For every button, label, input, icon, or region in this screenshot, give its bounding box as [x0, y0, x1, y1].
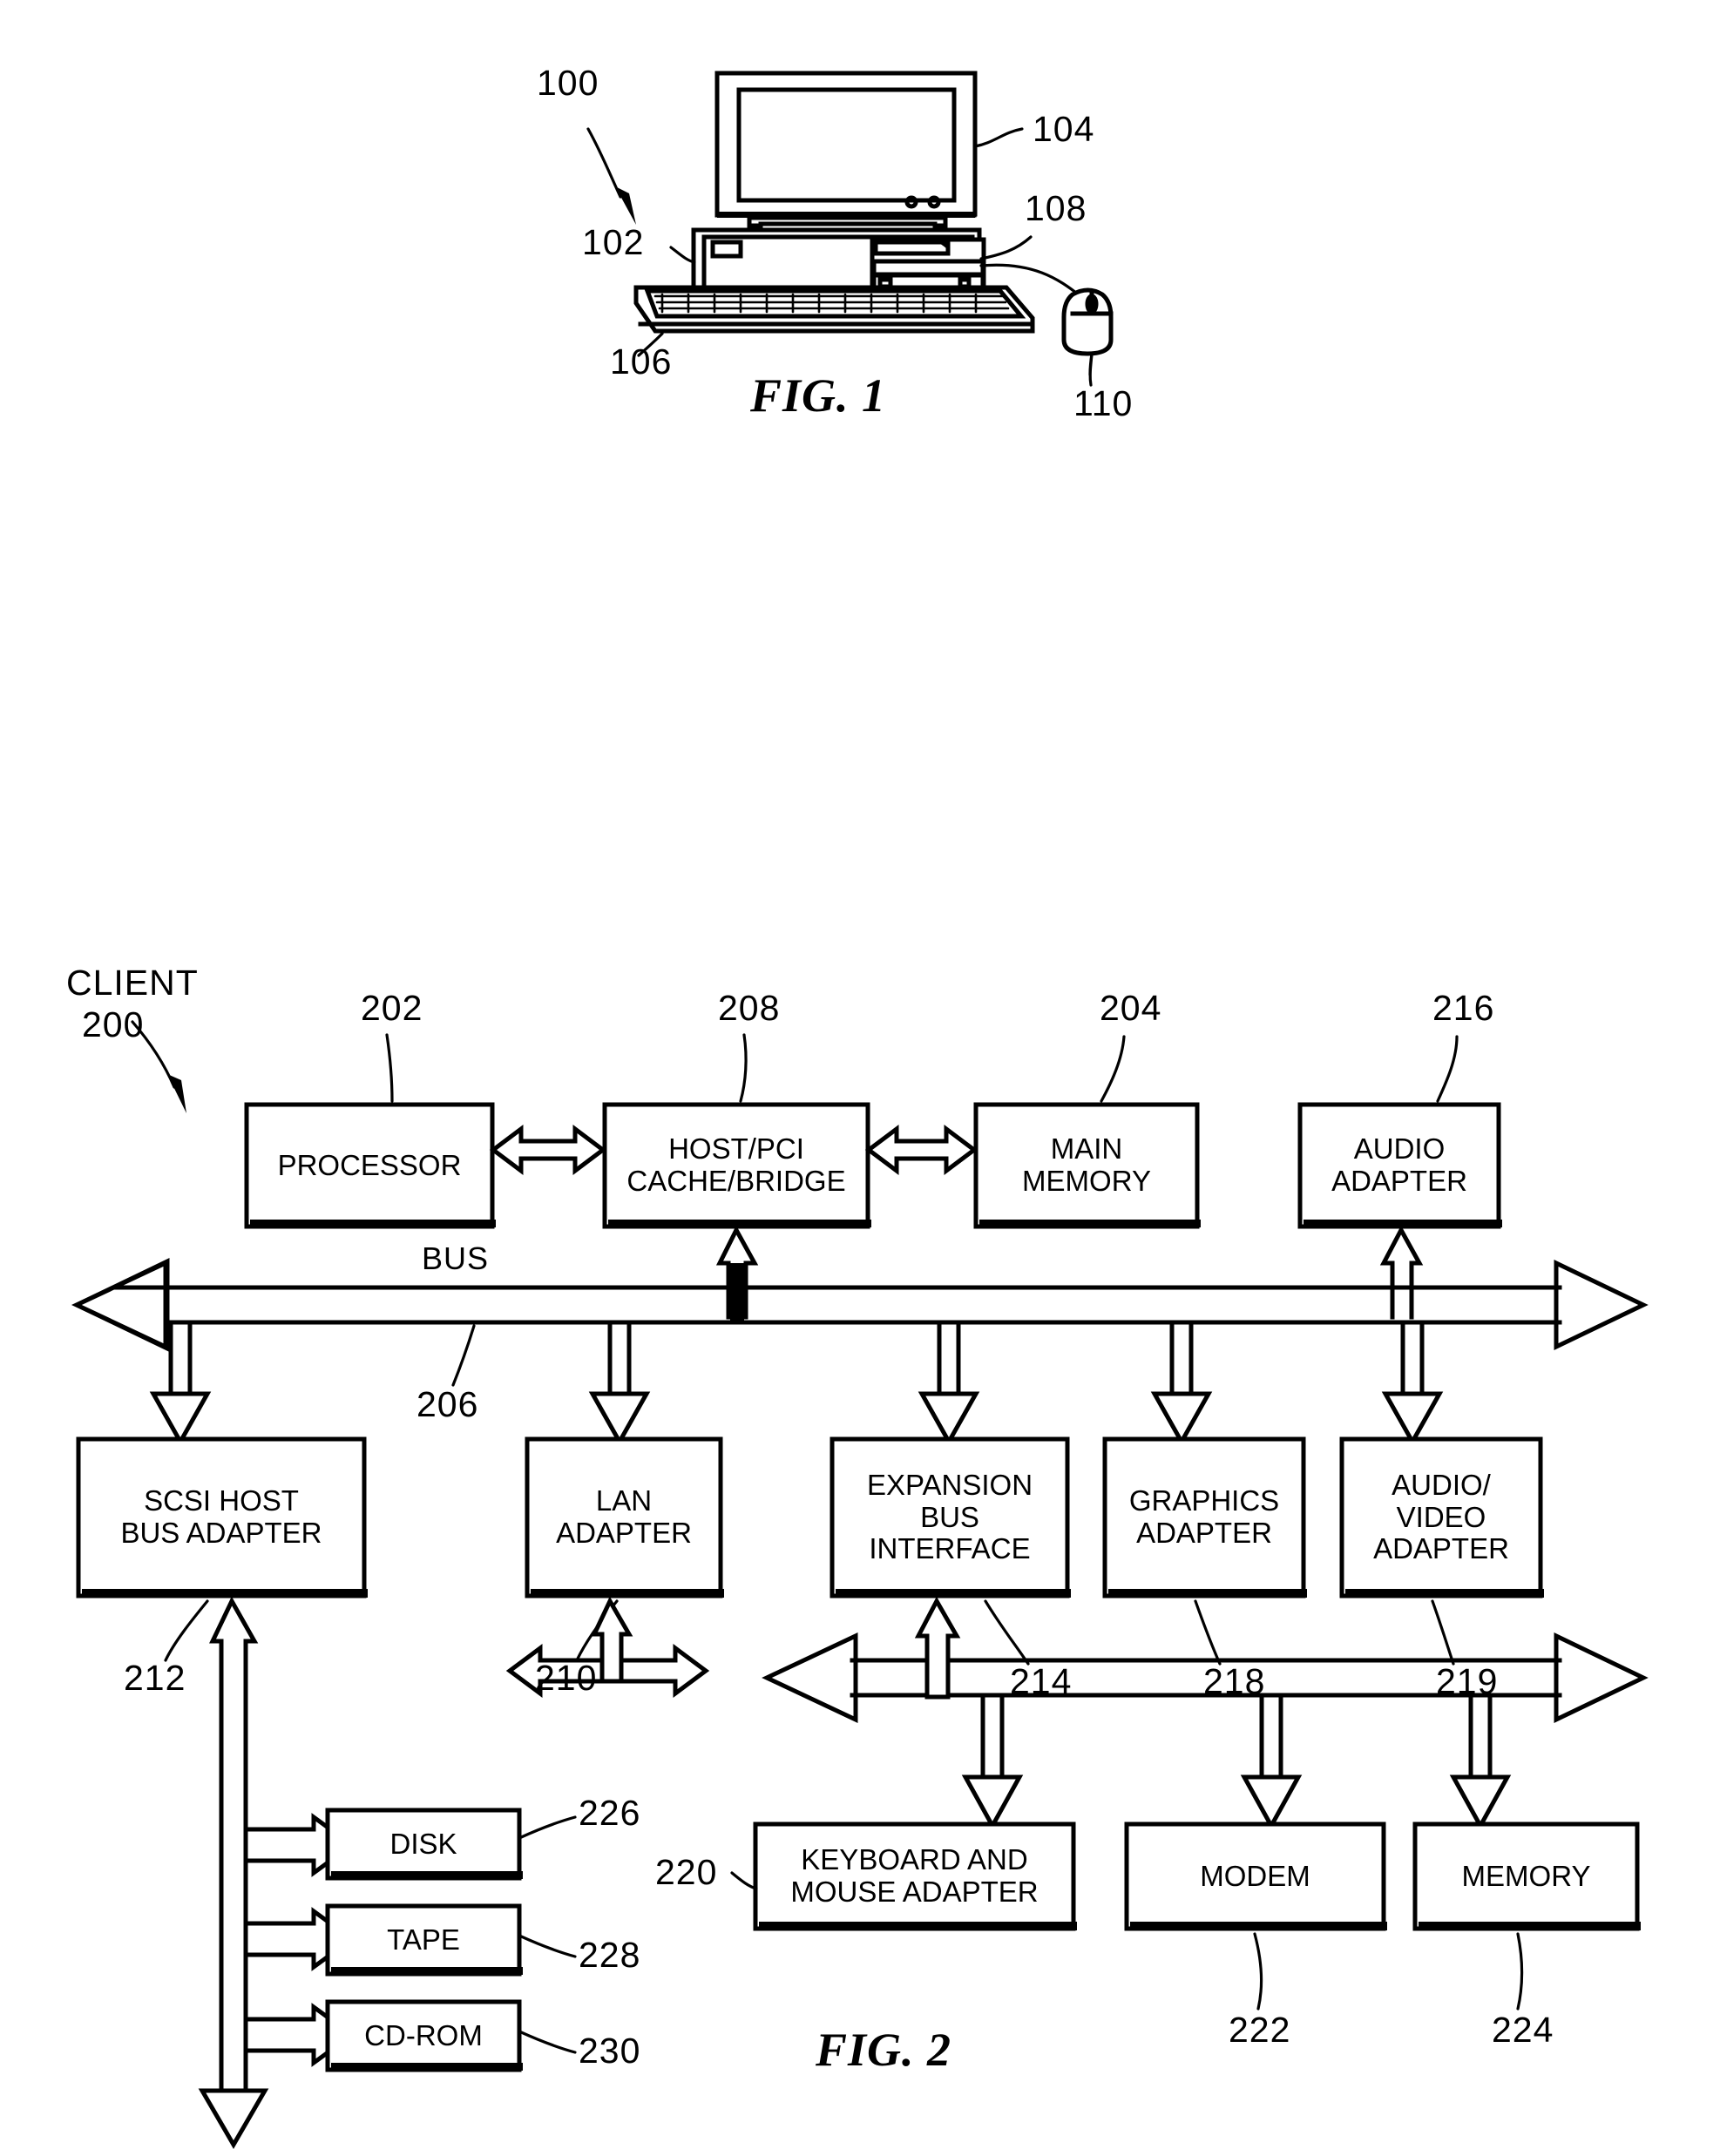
ref-206: 206 [416, 1384, 479, 1424]
client-label-line1: CLIENT [66, 963, 199, 1003]
ref-218: 218 [1203, 1661, 1266, 1701]
client-label-line2: 200 [82, 1004, 145, 1045]
ref-110: 110 [1073, 383, 1134, 423]
ref-220: 220 [655, 1852, 718, 1892]
bus-label: BUS [422, 1240, 490, 1276]
ref-104: 104 [1033, 109, 1095, 149]
ref-202: 202 [361, 988, 423, 1028]
ref-204: 204 [1100, 988, 1162, 1028]
ref-106: 106 [610, 341, 673, 382]
drawing-linework: .ln{fill:none;stroke:#000;stroke-width:5… [71, 71, 1649, 2149]
ref-210: 210 [535, 1658, 598, 1698]
ref-100: 100 [537, 63, 599, 103]
figure-2-caption: FIG. 2 [816, 2024, 952, 2076]
ref-216: 216 [1432, 988, 1495, 1028]
ref-212: 212 [124, 1658, 186, 1698]
ref-228: 228 [579, 1935, 641, 1975]
ref-230: 230 [579, 2031, 641, 2071]
ref-102: 102 [582, 222, 645, 262]
figure-1-caption: FIG. 1 [750, 369, 887, 422]
ref-108: 108 [1025, 188, 1087, 228]
ref-224: 224 [1492, 2010, 1554, 2050]
ref-226: 226 [579, 1793, 641, 1833]
patent-drawing-sheet: .ln{fill:none;stroke:#000;stroke-width:5… [0, 0, 1720, 2156]
ref-208: 208 [718, 988, 781, 1028]
fig2-artwork [71, 1020, 1649, 2149]
ref-222: 222 [1229, 2010, 1291, 2050]
client-label: CLIENT 200 [66, 962, 199, 1046]
ref-219: 219 [1436, 1661, 1499, 1701]
ref-214: 214 [1010, 1661, 1073, 1701]
